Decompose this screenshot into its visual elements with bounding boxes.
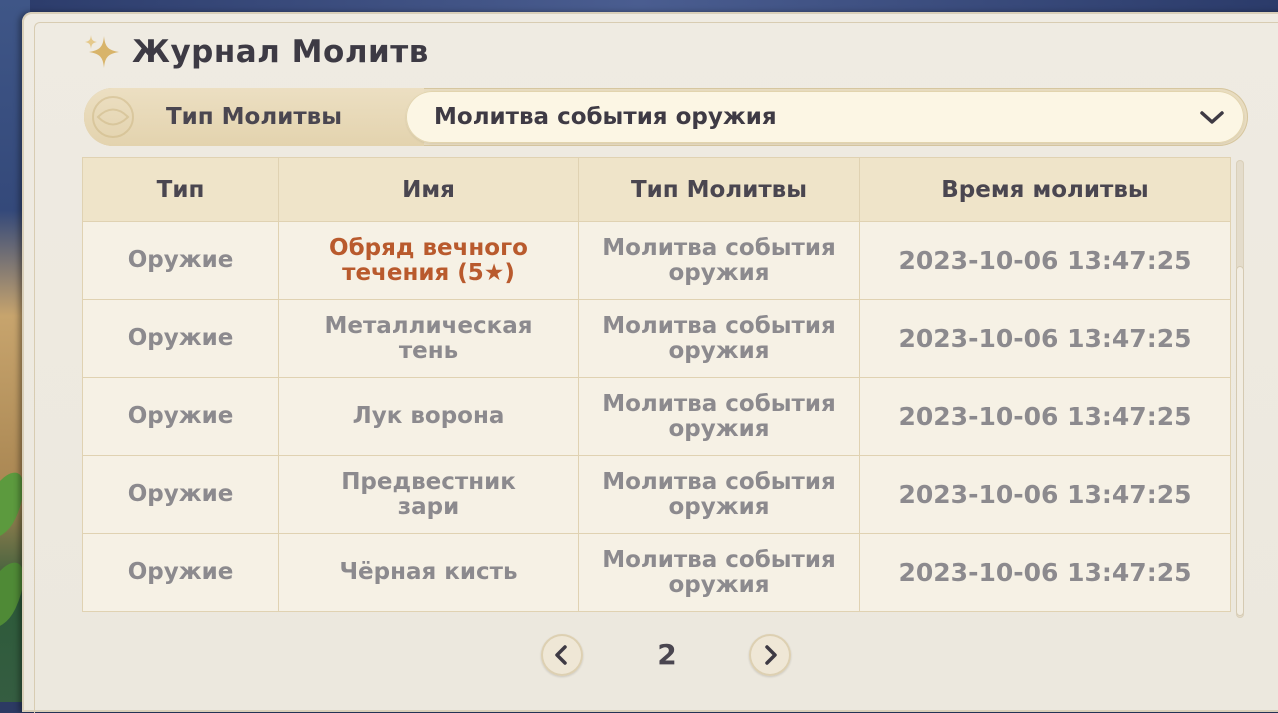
item-name: Металлическая тень [324, 312, 533, 364]
table-row: Оружие Металлическая тень Молитва событи… [82, 299, 1231, 378]
filter-label-box: Тип Молитвы [84, 88, 424, 146]
cell-wish-type: Молитва события оружия [578, 377, 860, 456]
wish-type-text: Молитва события оружия [602, 468, 836, 520]
column-header-type: Тип [82, 157, 279, 222]
current-page-number: 2 [657, 638, 677, 671]
cell-type: Оружие [82, 455, 279, 534]
table-row: Оружие Предвестник зари Молитва события … [82, 455, 1231, 534]
cell-type: Оружие [82, 377, 279, 456]
ornament-icon [92, 96, 134, 138]
item-name: Обряд вечного течения (5★) [329, 234, 528, 286]
cell-type: Оружие [82, 299, 279, 378]
item-name: Предвестник зари [341, 468, 516, 520]
cell-wish-type: Молитва события оружия [578, 299, 860, 378]
table-row: Оружие Лук ворона Молитва события оружия… [82, 377, 1231, 456]
cell-time: 2023-10-06 13:47:25 [859, 455, 1231, 534]
cell-name: Металлическая тень [278, 299, 579, 378]
cell-time: 2023-10-06 13:47:25 [859, 299, 1231, 378]
wish-type-text: Молитва события оружия [602, 390, 836, 442]
chevron-left-icon [555, 645, 567, 665]
cell-type: Оружие [82, 221, 279, 300]
page-title: Журнал Молитв [132, 34, 429, 70]
cell-wish-type: Молитва события оружия [578, 533, 860, 612]
column-header-name: Имя [278, 157, 579, 222]
item-name: Лук ворона [352, 403, 505, 429]
cell-name: Лук ворона [278, 377, 579, 456]
wish-type-text: Молитва события оружия [602, 234, 836, 286]
column-header-wish-type: Тип Молитвы [578, 157, 860, 222]
prev-page-button[interactable] [541, 634, 583, 676]
item-name: Чёрная кисть [339, 559, 518, 585]
wish-type-text: Молитва события оружия [602, 546, 836, 598]
scrollbar-thumb[interactable] [1236, 266, 1244, 616]
wish-type-text: Молитва события оружия [602, 312, 836, 364]
chevron-down-icon [1200, 111, 1224, 124]
cell-time: 2023-10-06 13:47:25 [859, 221, 1231, 300]
sparkle-icon [85, 35, 119, 68]
cell-time: 2023-10-06 13:47:25 [859, 533, 1231, 612]
filter-label: Тип Молитвы [165, 104, 343, 130]
wish-type-filter: Тип Молитвы Молитва события оружия [84, 88, 1248, 146]
column-header-time: Время молитвы [859, 157, 1231, 222]
dropdown-selected-value: Молитва события оружия [434, 104, 777, 130]
table-row: Оружие Чёрная кисть Молитва события оруж… [82, 533, 1231, 612]
cell-type: Оружие [82, 533, 279, 612]
wish-type-dropdown[interactable]: Молитва события оружия [406, 91, 1244, 143]
pagination: 2 [541, 634, 793, 680]
cell-wish-type: Молитва события оружия [578, 221, 860, 300]
header: Журнал Молитв [82, 30, 429, 74]
table-header-row: Тип Имя Тип Молитвы Время молитвы [82, 157, 1231, 222]
wish-history-table: Тип Имя Тип Молитвы Время молитвы Оружие… [82, 157, 1231, 612]
table-scrollbar[interactable] [1236, 160, 1244, 618]
cell-time: 2023-10-06 13:47:25 [859, 377, 1231, 456]
cell-name: Предвестник зари [278, 455, 579, 534]
cell-wish-type: Молитва события оружия [578, 455, 860, 534]
cell-name-five-star: Обряд вечного течения (5★) [278, 221, 579, 300]
cell-name: Чёрная кисть [278, 533, 579, 612]
next-page-button[interactable] [749, 634, 791, 676]
chevron-right-icon [765, 645, 777, 665]
table-row: Оружие Обряд вечного течения (5★) Молитв… [82, 221, 1231, 300]
